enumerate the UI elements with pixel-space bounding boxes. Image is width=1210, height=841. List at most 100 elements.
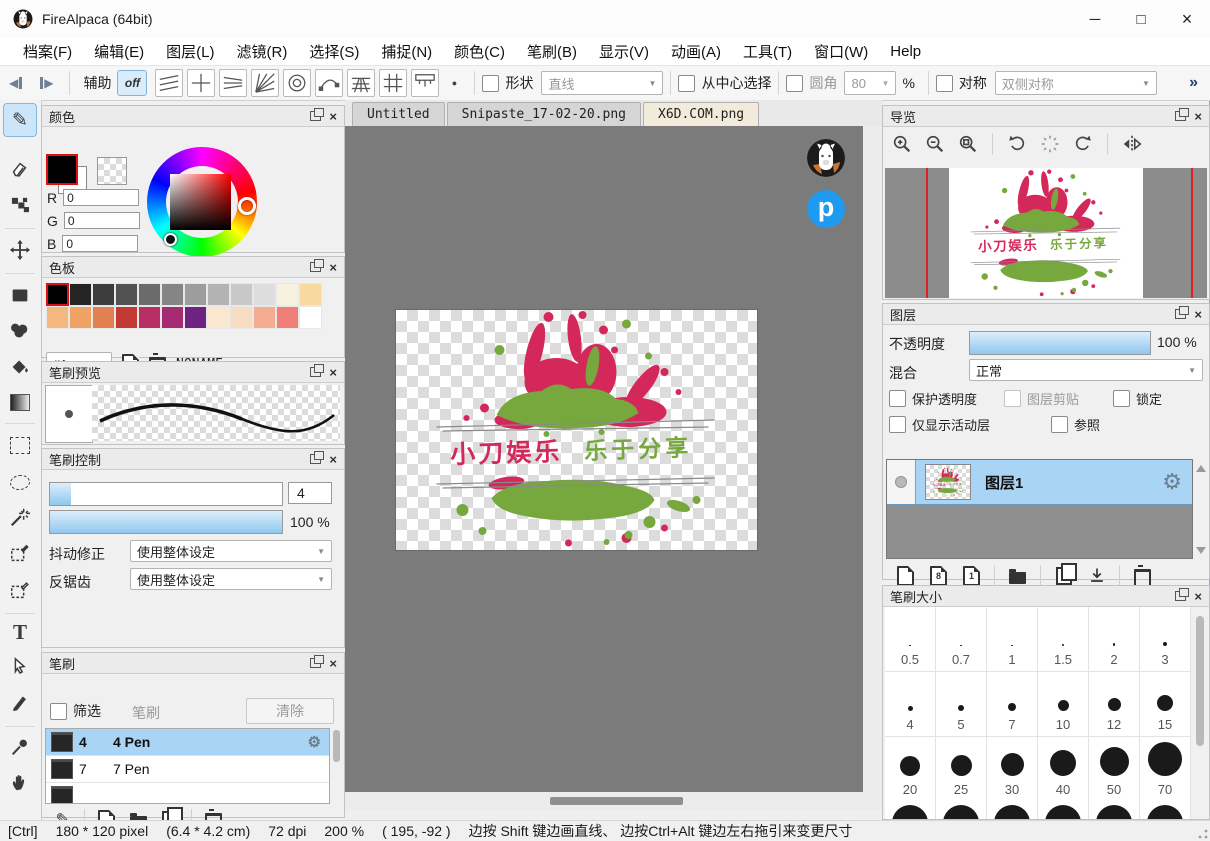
zoom-out-button[interactable] xyxy=(922,131,948,157)
brush-clear-button[interactable]: 清除 xyxy=(246,698,334,724)
brush-size-option[interactable]: 7 xyxy=(987,672,1038,737)
flip-horizontal-button[interactable] xyxy=(1119,131,1145,157)
fill-rect-tool[interactable] xyxy=(3,278,37,312)
close-icon[interactable]: × xyxy=(329,366,337,379)
palette-swatch[interactable] xyxy=(299,306,322,329)
menu-item[interactable]: 动画(A) xyxy=(660,41,732,62)
float-panel-icon[interactable] xyxy=(310,262,321,272)
brush-size-option[interactable] xyxy=(1038,799,1089,819)
snap-parallel-button[interactable] xyxy=(155,69,183,97)
tab-untitled[interactable]: Untitled xyxy=(352,102,445,126)
menu-item[interactable]: 窗口(W) xyxy=(803,41,879,62)
stabilize-select[interactable]: 使用整体设定▼ xyxy=(130,540,332,562)
menu-item[interactable]: 捕捉(N) xyxy=(370,41,443,62)
zoom-in-button[interactable] xyxy=(889,131,915,157)
toolbar-overflow-button[interactable]: » xyxy=(1189,74,1198,92)
close-icon[interactable]: × xyxy=(1194,110,1202,123)
brush-size-option[interactable]: 1 xyxy=(987,607,1038,672)
green-slider[interactable]: 0 xyxy=(64,212,140,229)
active-only-checkbox[interactable] xyxy=(889,416,906,433)
brush-size-option[interactable]: 0.7 xyxy=(936,607,987,672)
shape-checkbox[interactable] xyxy=(482,75,499,92)
menu-item[interactable]: Help xyxy=(879,43,932,60)
palette-swatch[interactable] xyxy=(276,306,299,329)
brush-opacity-slider[interactable] xyxy=(49,510,283,534)
minimize-button[interactable]: ─ xyxy=(1072,0,1118,38)
lasso-select-tool[interactable] xyxy=(3,465,37,499)
saturation-value-square[interactable] xyxy=(170,174,231,230)
layer-opacity-slider[interactable] xyxy=(969,331,1151,355)
menu-item[interactable]: 显示(V) xyxy=(588,41,660,62)
brush-list-item[interactable]: 4 4 Pen ⚙ xyxy=(46,729,329,756)
rotate-left-button[interactable] xyxy=(1004,131,1030,157)
palette-swatch[interactable] xyxy=(207,306,230,329)
pixiv-button[interactable]: p xyxy=(807,190,845,228)
foreground-color-swatch[interactable] xyxy=(46,154,78,185)
close-icon[interactable]: × xyxy=(329,657,337,670)
tab-x6d[interactable]: X6D.COM.png xyxy=(643,102,759,126)
select-pen-tool[interactable] xyxy=(3,536,37,570)
brush-size-option[interactable] xyxy=(1140,799,1191,819)
canvas-viewport[interactable]: p xyxy=(345,126,863,792)
gradient-tool[interactable] xyxy=(3,385,37,419)
hue-selector[interactable] xyxy=(238,197,256,215)
brush-size-option[interactable]: 2 xyxy=(1089,607,1140,672)
close-icon[interactable]: × xyxy=(1194,590,1202,603)
scroll-down-arrow[interactable] xyxy=(1196,547,1206,554)
brush-size-option[interactable]: 12 xyxy=(1089,672,1140,737)
palette-swatch[interactable] xyxy=(115,283,138,306)
snap-ruler-button[interactable] xyxy=(411,69,439,97)
from-center-checkbox[interactable] xyxy=(678,75,695,92)
round-corner-checkbox[interactable] xyxy=(786,75,803,92)
snap-radial-button[interactable] xyxy=(251,69,279,97)
float-panel-icon[interactable] xyxy=(1175,309,1186,319)
brush-size-option[interactable] xyxy=(1089,799,1140,819)
clipping-checkbox[interactable] xyxy=(1004,390,1021,407)
undo-nav-button[interactable]: ◀ xyxy=(0,76,31,90)
menu-item[interactable]: 滤镜(R) xyxy=(226,41,299,62)
blend-mode-select[interactable]: 正常▼ xyxy=(969,359,1203,381)
menu-item[interactable]: 档案(F) xyxy=(12,41,83,62)
snap-perspective-button[interactable] xyxy=(347,69,375,97)
brush-list-item[interactable]: 7 7 Pen xyxy=(46,756,329,783)
palette-swatch[interactable] xyxy=(46,283,69,306)
red-slider[interactable]: 0 xyxy=(63,189,139,206)
brush-size-option[interactable]: 20 xyxy=(885,737,936,802)
blue-slider[interactable]: 0 xyxy=(62,235,138,252)
brush-size-option[interactable]: 30 xyxy=(987,737,1038,802)
brush-size-option[interactable]: 1.5 xyxy=(1038,607,1089,672)
gear-icon[interactable]: ⚙ xyxy=(308,733,321,751)
menu-item[interactable]: 选择(S) xyxy=(298,41,370,62)
brush-size-option[interactable] xyxy=(936,799,987,819)
palette-swatch[interactable] xyxy=(253,306,276,329)
menu-item[interactable]: 笔刷(B) xyxy=(516,41,588,62)
palette-swatch[interactable] xyxy=(230,283,253,306)
brush-size-option[interactable]: 10 xyxy=(1038,672,1089,737)
float-panel-icon[interactable] xyxy=(310,367,321,377)
palette-swatch[interactable] xyxy=(92,283,115,306)
menu-item[interactable]: 图层(L) xyxy=(155,41,225,62)
text-tool[interactable]: T xyxy=(3,615,37,649)
gear-icon[interactable]: ⚙ xyxy=(1162,469,1182,495)
brush-size-option[interactable]: 40 xyxy=(1038,737,1089,802)
close-icon[interactable]: × xyxy=(1194,308,1202,321)
snap-dot-button[interactable]: ● xyxy=(444,70,464,96)
palette-swatch[interactable] xyxy=(207,283,230,306)
brush-list-scrollbar[interactable] xyxy=(333,730,340,762)
palette-swatch[interactable] xyxy=(161,283,184,306)
bucket-tool[interactable] xyxy=(3,350,37,384)
snap-off-button[interactable]: off xyxy=(117,70,147,96)
antialias-select[interactable]: 使用整体设定▼ xyxy=(130,568,332,590)
brush-list-item[interactable] xyxy=(46,783,329,804)
brush-size-option[interactable]: 5 xyxy=(936,672,987,737)
float-panel-icon[interactable] xyxy=(1175,111,1186,121)
snap-curve-button[interactable] xyxy=(315,69,343,97)
transparent-color-swatch[interactable] xyxy=(97,157,127,185)
brush-size-option[interactable]: 0.5 xyxy=(885,607,936,672)
reset-rotation-button[interactable] xyxy=(1037,131,1063,157)
palette-swatch[interactable] xyxy=(115,306,138,329)
menu-item[interactable]: 编辑(E) xyxy=(83,41,155,62)
palette-swatch[interactable] xyxy=(184,283,207,306)
protect-alpha-checkbox[interactable] xyxy=(889,390,906,407)
brush-tool[interactable]: ✎ xyxy=(3,103,37,137)
